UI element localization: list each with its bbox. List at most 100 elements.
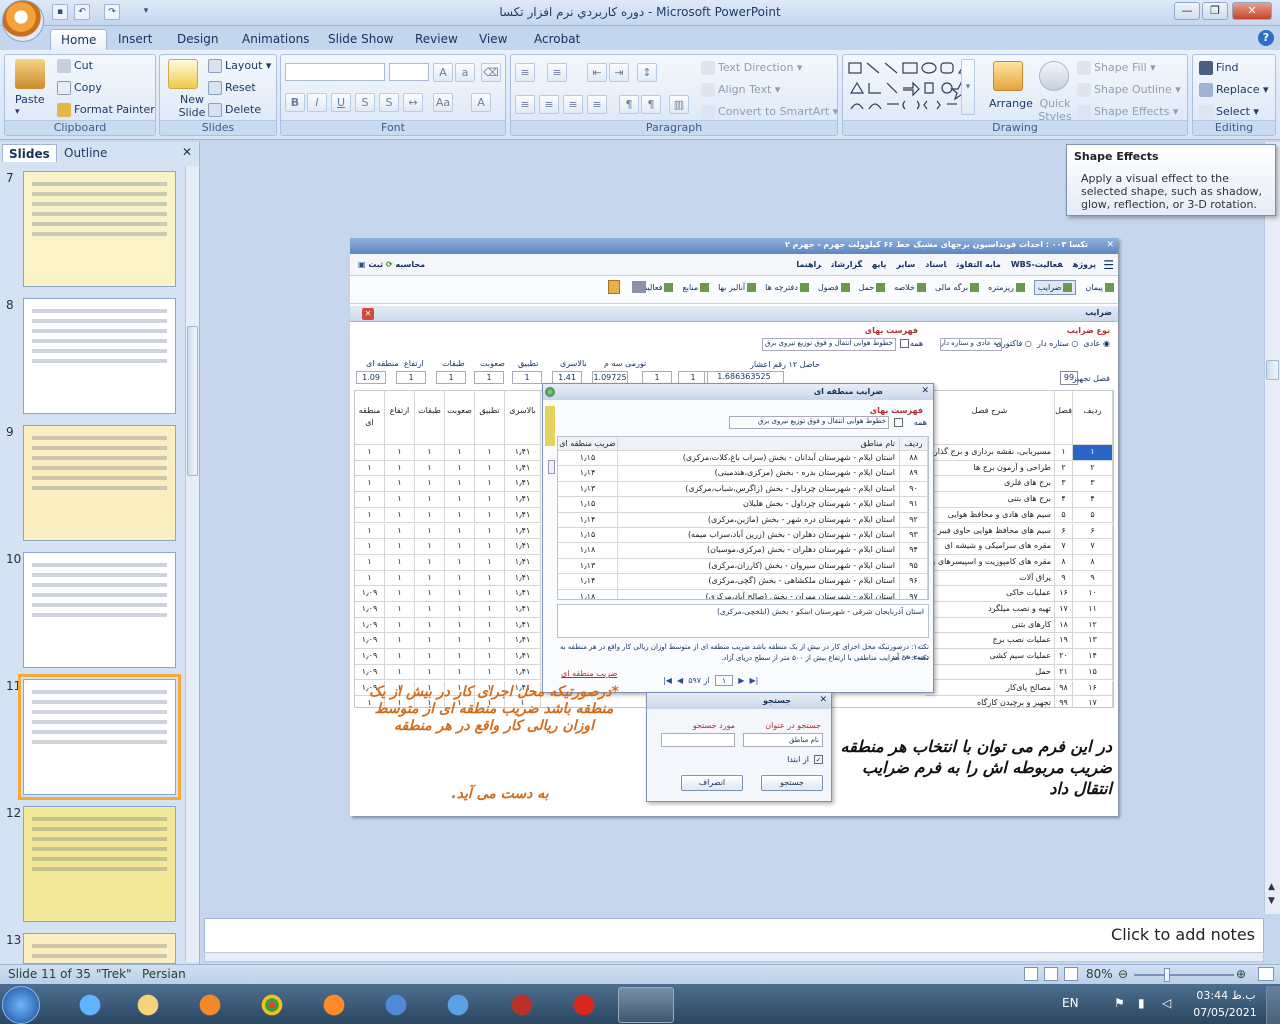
media-player-icon[interactable] (182, 987, 238, 1023)
ltr-icon[interactable]: ¶ (641, 95, 661, 114)
grid-cell[interactable]: تهیه و نصب میلگرد (925, 602, 1055, 618)
grid-cell[interactable]: ۱ (415, 539, 445, 555)
regions-grid-cell[interactable]: ۹۴ (900, 543, 928, 559)
grid-cell[interactable]: ۱ (475, 586, 505, 602)
grid-cell[interactable]: ۱ (1055, 445, 1073, 461)
grid-cell[interactable]: ۱ (355, 445, 385, 461)
grid-cell[interactable]: ۱٫۴۱ (505, 570, 541, 587)
tab-close-icon[interactable]: ✕ (362, 308, 374, 320)
coef-value-input[interactable]: 1 (512, 371, 542, 384)
grid-cell[interactable]: ۱٫۴۱ (505, 664, 541, 681)
app-toolbar-button[interactable]: آنالیز بها (718, 283, 757, 292)
pager-next-icon[interactable]: ▶ (738, 676, 744, 685)
font-color-icon[interactable]: A (471, 93, 491, 112)
grid-cell[interactable]: ۱ (415, 649, 445, 665)
regions-grid-header[interactable]: ضریب منطقه ای (558, 437, 618, 451)
grid-cell[interactable]: ۱ (385, 554, 415, 571)
regions-grid-cell[interactable]: ۱٫۱۳ (558, 481, 618, 498)
grid-cell[interactable]: کارهای بتنی (925, 617, 1055, 634)
slide-sorter-icon[interactable] (1044, 967, 1058, 981)
regions-grid-cell[interactable]: ۱٫۱۵ (558, 497, 618, 513)
rtl-icon[interactable]: ¶ (619, 95, 639, 114)
tray-volume-icon[interactable]: ◁ (1162, 996, 1171, 1010)
regions-grid-cell[interactable]: استان ایلام - شهرستان چرداول - بخش (زاگر… (618, 481, 900, 498)
grid-cell[interactable]: حمل (925, 664, 1055, 681)
scroll-thumb[interactable] (1266, 360, 1279, 380)
grid-cell[interactable]: ۷ (1073, 539, 1113, 555)
change-case-icon[interactable]: Aa (433, 93, 453, 112)
clock-date[interactable]: 07/05/2021 (1190, 1006, 1260, 1019)
slide-thumbnail[interactable] (23, 552, 176, 668)
grid-cell[interactable]: ۱ (385, 507, 415, 524)
from-start-checkbox[interactable]: ✓ (814, 755, 823, 764)
grid-cell[interactable]: ۱ (355, 554, 385, 571)
grid-cell[interactable]: ۱ (415, 602, 445, 618)
regions-grid-header[interactable]: ردیف (900, 437, 928, 451)
grid-cell[interactable]: ۱٫۴۱ (505, 492, 541, 508)
grid-cell[interactable]: ۱ (445, 492, 475, 508)
slide-scrollbar[interactable]: ▲ ▼ (1264, 142, 1280, 914)
app-menu-item[interactable]: فعالیت-WBS (1011, 260, 1063, 269)
grid-header[interactable]: منطقه ای (355, 391, 385, 445)
grid-cell[interactable]: ۱ (475, 539, 505, 555)
redo-icon[interactable]: ↷ (104, 4, 120, 20)
grid-cell[interactable]: ۱ (415, 633, 445, 650)
zoom-slider-thumb[interactable] (1164, 968, 1170, 982)
grid-cell[interactable]: تجهیز و برچیدن کارگاه (925, 696, 1055, 707)
grid-cell[interactable]: ۱٫۴۱ (505, 539, 541, 555)
align-right-icon[interactable]: ≡ (563, 95, 583, 114)
chrome-icon[interactable] (244, 987, 300, 1023)
text-direction-button[interactable]: Text Direction ▾ (701, 61, 802, 75)
regions-grid-cell[interactable]: استان ایلام - شهرستان ملکشاهی - بخش (گچی… (618, 574, 900, 590)
app-toolbar-button[interactable]: منابع (682, 283, 710, 292)
grid-cell[interactable]: ۱ (445, 476, 475, 493)
grid-cell[interactable]: ۱ (355, 539, 385, 555)
grid-cell[interactable]: ۱٫۴۱ (505, 649, 541, 665)
search-field-combo[interactable]: نام مناطق (743, 733, 823, 747)
bold-icon[interactable]: B (285, 93, 305, 112)
grid-cell[interactable]: ۱ (445, 649, 475, 665)
new-slide-button[interactable]: New Slide (172, 93, 212, 119)
grid-cell[interactable]: ۱ (1073, 445, 1113, 461)
grid-cell[interactable]: ۴ (1073, 492, 1113, 508)
regions-grid-cell[interactable]: ۹۰ (900, 481, 928, 498)
shapes-more-icon[interactable]: ▾ (961, 59, 975, 115)
grid-header[interactable]: طبقات (415, 391, 445, 445)
grid-cell[interactable]: ۱۲ (1073, 617, 1113, 634)
grid-cell[interactable]: سیم های هادی و محافظ هوایی (925, 507, 1055, 524)
cut-button[interactable]: Cut (57, 59, 93, 73)
printer-icon[interactable] (632, 281, 646, 293)
grid-cell[interactable]: ۱۰ (1073, 586, 1113, 602)
grid-cell[interactable]: ۱۶ (1073, 680, 1113, 697)
slide-thumbnail[interactable] (23, 806, 176, 922)
grid-header[interactable]: تطبیق (475, 391, 505, 445)
grid-cell[interactable]: ۱۴ (1073, 649, 1113, 665)
price-list-combo[interactable]: خطوط هوایی انتقال و فوق توزیع نیروی برق (762, 338, 896, 351)
shape-effects-button[interactable]: Shape Effects ▾ (1077, 105, 1178, 119)
app-toolbar-button[interactable]: ریزمتره (988, 283, 1025, 292)
all-checkbox[interactable] (900, 339, 909, 348)
tray-flag-icon[interactable]: ⚑ (1114, 996, 1125, 1010)
powerpoint-icon[interactable] (618, 987, 674, 1023)
shadow-icon[interactable]: S (379, 93, 399, 112)
arrange-button[interactable]: Arrange (989, 97, 1033, 110)
app-menu-item[interactable]: راهنما (796, 260, 821, 269)
grid-cell[interactable]: ۱٫۰۹ (355, 649, 385, 665)
grid-cell[interactable]: ۱ (385, 523, 415, 540)
grid-cell[interactable]: ۱ (445, 633, 475, 650)
radio-starred[interactable]: ○ ستاره دار (1037, 339, 1078, 348)
grid-cell[interactable]: ۱ (355, 570, 385, 587)
columns-icon[interactable]: ▥ (669, 95, 689, 114)
grid-cell[interactable]: ۱ (475, 570, 505, 587)
coef-value-input[interactable]: 1.09 (356, 371, 386, 384)
underline-icon[interactable]: U (331, 93, 351, 112)
grid-cell[interactable]: ۱ (445, 523, 475, 540)
app-toolbar-button[interactable]: برگه مالی (935, 283, 980, 292)
app-menu-icon[interactable]: ☰ (1103, 258, 1114, 272)
grid-cell[interactable]: ۱٫۴۱ (505, 476, 541, 493)
regions-grid-cell[interactable]: استان ایلام - شهرستان چرداول - بخش هلیلا… (618, 497, 900, 513)
grid-cell[interactable]: مقره های کامپوزیت و اسپیسرهای بین فازی (925, 554, 1055, 571)
replace-button[interactable]: Replace ▾ (1199, 83, 1269, 97)
fit-slide-icon[interactable] (1258, 967, 1274, 981)
coef-value-input[interactable]: 1 (474, 371, 504, 384)
